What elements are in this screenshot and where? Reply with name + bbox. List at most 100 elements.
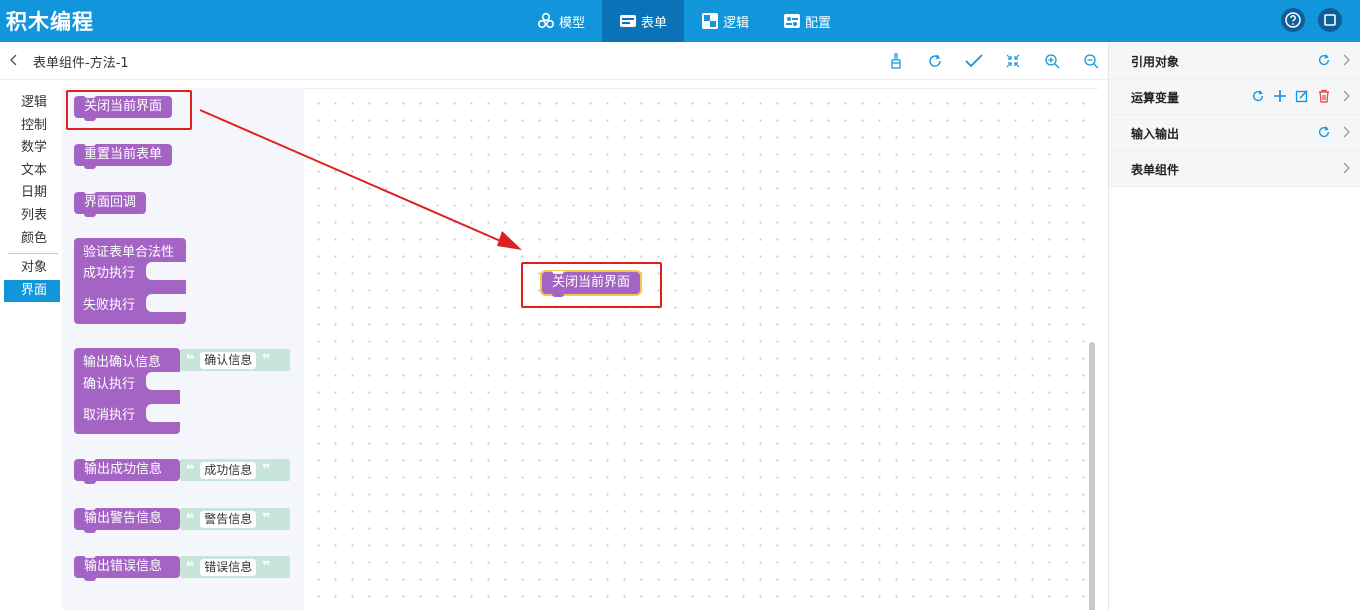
top-right-actions [1281,8,1342,32]
category-math[interactable]: 数学 [4,137,60,160]
nav-form-label: 表单 [641,15,668,31]
chevron-right-icon [1343,162,1350,174]
broom-icon [891,53,901,69]
quote-open-icon: ❝ [186,462,195,478]
refresh-button[interactable] [924,50,946,72]
error-string-input[interactable]: ❝ 错误信息 ❞ [180,556,290,578]
success-string-input[interactable]: ❝ 成功信息 ❞ [180,459,290,481]
nav-form[interactable]: 表单 [602,0,685,42]
quote-open-icon: ❝ [186,511,195,527]
cancel-exec-slot [146,404,180,422]
success-string-value[interactable]: 成功信息 [200,461,257,479]
panel-row-referenced-objects[interactable]: 引用对象 [1109,43,1360,79]
clean-button[interactable] [885,50,907,72]
chevron-right-icon [1343,126,1350,138]
zoom-in-button[interactable] [1041,50,1063,72]
zoom-in-icon [1045,54,1060,69]
logic-icon [701,12,719,30]
nav-logic-label: 逻辑 [723,15,750,31]
workspace-canvas[interactable] [304,88,1098,610]
delete-icon[interactable] [1316,88,1332,104]
quote-close-icon: ❞ [262,511,271,527]
nav-config[interactable]: 配置 [766,0,848,42]
refresh-icon[interactable] [1250,88,1266,104]
block-output-confirm[interactable]: 输出确认信息 确认执行 取消执行 [74,348,180,434]
warning-string-input[interactable]: ❝ 警告信息 ❞ [180,508,290,530]
refresh-icon [929,54,941,67]
highlight-box-target [521,262,662,308]
block-page-callback[interactable]: 界面回调 [74,191,147,217]
category-list: 逻辑 控制 数学 文本 日期 列表 颜色 对象 界面 [4,92,60,303]
category-text[interactable]: 文本 [4,160,60,183]
validate-fail-label: 失败执行 [83,298,136,313]
category-color[interactable]: 颜色 [4,228,60,251]
quote-open-icon: ❝ [186,352,195,368]
quote-close-icon: ❞ [262,559,271,575]
editor-header: 表单组件-方法-1 [0,42,1108,80]
panel-row-label: 运算变量 [1131,91,1180,105]
panel-row-actions [1250,88,1332,104]
error-string-value[interactable]: 错误信息 [200,558,257,576]
validate-success-label: 成功执行 [83,266,136,281]
refresh-icon[interactable] [1316,52,1332,68]
category-divider [8,253,58,255]
config-icon [783,12,801,30]
panel-row-io[interactable]: 输入输出 [1109,115,1360,151]
block-output-success[interactable]: 输出成功信息 [74,458,180,484]
app-title: 积木编程 [6,10,94,34]
top-bar: 积木编程 模型 表单 逻辑 配置 [0,0,1360,42]
confirm-string-value[interactable]: 确认信息 [200,351,257,369]
warning-string-value[interactable]: 警告信息 [200,510,257,528]
nav-model-label: 模型 [559,15,586,31]
panel-row-form-components[interactable]: 表单组件 [1109,151,1360,187]
main-nav: 模型 表单 逻辑 配置 [520,0,848,42]
block-flyout: 关闭当前界面 重置当前表单 界面回调 验证表单合法性 成功执行 失败执行 输出确… [62,88,304,610]
block-validate-form[interactable]: 验证表单合法性 成功执行 失败执行 [74,238,186,324]
center-button[interactable] [1002,50,1024,72]
maximize-icon [1324,14,1336,26]
back-chevron-icon[interactable] [6,52,22,68]
nav-logic[interactable]: 逻辑 [684,0,766,42]
compress-icon [1006,54,1020,68]
canvas-toolbar [885,50,1102,72]
validate-form-label: 验证表单合法性 [83,245,175,260]
zoom-out-button[interactable] [1080,50,1102,72]
quote-open-icon: ❝ [186,559,195,575]
panel-row-variables[interactable]: 运算变量 [1109,79,1360,115]
category-logic[interactable]: 逻辑 [4,92,60,115]
page-title: 表单组件-方法-1 [33,56,129,71]
panel-row-actions [1316,124,1332,140]
category-object[interactable]: 对象 [4,257,60,280]
nav-model[interactable]: 模型 [520,0,602,42]
block-reset-form[interactable]: 重置当前表单 [74,143,173,169]
panel-row-label: 表单组件 [1131,163,1180,177]
help-button[interactable] [1281,8,1305,32]
add-icon[interactable] [1272,88,1288,104]
model-icon [537,12,555,30]
form-icon [619,12,637,30]
quote-close-icon: ❞ [262,352,271,368]
confirm-string-input[interactable]: ❝ 确认信息 ❞ [180,349,290,371]
fullscreen-button[interactable] [1318,8,1342,32]
block-output-warning[interactable]: 输出警告信息 [74,507,180,533]
category-ui[interactable]: 界面 [4,279,60,303]
highlight-box-source [66,90,192,130]
validate-success-slot [146,262,186,280]
panel-row-label: 引用对象 [1131,55,1180,69]
chevron-right-icon [1343,54,1350,66]
cancel-exec-label: 取消执行 [83,408,136,423]
category-date[interactable]: 日期 [4,182,60,205]
category-control[interactable]: 控制 [4,115,60,138]
output-confirm-label: 输出确认信息 [83,355,162,370]
quote-close-icon: ❞ [262,462,271,478]
panel-row-actions [1316,52,1332,68]
chevron-right-icon [1343,90,1350,102]
block-output-error[interactable]: 输出错误信息 [74,555,180,581]
category-list-type[interactable]: 列表 [4,205,60,228]
confirm-button[interactable] [963,50,985,72]
confirm-exec-label: 确认执行 [83,377,136,392]
zoom-out-icon [1084,54,1099,69]
edit-icon[interactable] [1294,88,1310,104]
refresh-icon[interactable] [1316,124,1332,140]
vertical-scrollbar[interactable] [1089,342,1095,610]
